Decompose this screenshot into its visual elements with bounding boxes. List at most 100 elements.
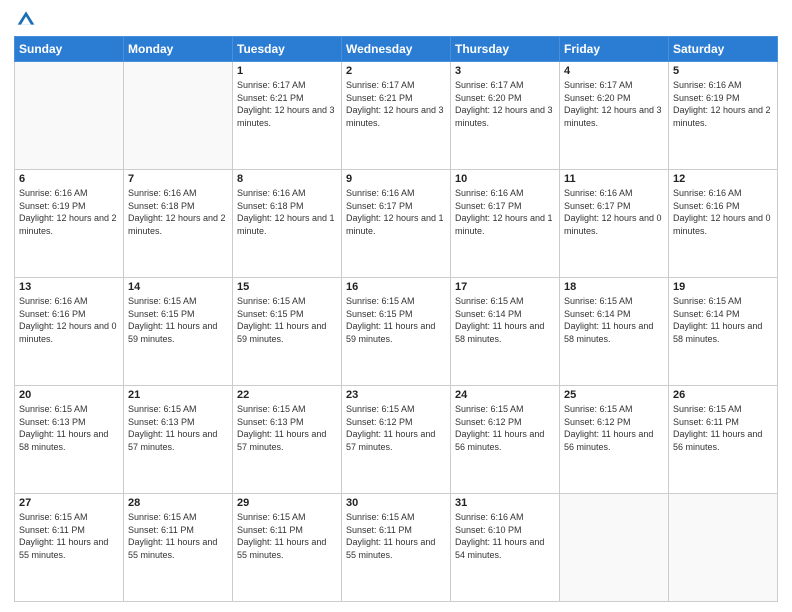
calendar-cell: 22 Sunrise: 6:15 AMSunset: 6:13 PMDayligh… [233, 386, 342, 494]
page: SundayMondayTuesdayWednesdayThursdayFrid… [0, 0, 792, 612]
day-info: Sunrise: 6:15 AMSunset: 6:12 PMDaylight:… [564, 403, 664, 453]
day-number: 23 [346, 389, 446, 401]
day-info: Sunrise: 6:17 AMSunset: 6:21 PMDaylight:… [346, 79, 446, 129]
day-number: 24 [455, 389, 555, 401]
day-info: Sunrise: 6:16 AMSunset: 6:17 PMDaylight:… [455, 187, 555, 237]
calendar-cell: 21 Sunrise: 6:15 AMSunset: 6:13 PMDayligh… [124, 386, 233, 494]
calendar-cell [560, 494, 669, 602]
calendar-cell: 5 Sunrise: 6:16 AMSunset: 6:19 PMDaylight… [669, 62, 778, 170]
day-number: 4 [564, 65, 664, 77]
day-number: 13 [19, 281, 119, 293]
day-number: 31 [455, 497, 555, 509]
day-info: Sunrise: 6:15 AMSunset: 6:14 PMDaylight:… [564, 295, 664, 345]
day-info: Sunrise: 6:15 AMSunset: 6:13 PMDaylight:… [128, 403, 228, 453]
calendar-cell: 4 Sunrise: 6:17 AMSunset: 6:20 PMDaylight… [560, 62, 669, 170]
day-number: 1 [237, 65, 337, 77]
day-info: Sunrise: 6:15 AMSunset: 6:13 PMDaylight:… [237, 403, 337, 453]
calendar-cell: 11Sunrise: 6:16 AMSunset: 6:17 PMDayligh… [560, 170, 669, 278]
calendar-cell: 1 Sunrise: 6:17 AMSunset: 6:21 PMDaylight… [233, 62, 342, 170]
day-number: 18 [564, 281, 664, 293]
day-number: 12 [673, 173, 773, 185]
calendar-cell: 15 Sunrise: 6:15 AMSunset: 6:15 PMDayligh… [233, 278, 342, 386]
day-number: 25 [564, 389, 664, 401]
calendar-cell [15, 62, 124, 170]
calendar-week-row: 13 Sunrise: 6:16 AMSunset: 6:16 PMDayligh… [15, 278, 778, 386]
calendar-day-header: Tuesday [233, 37, 342, 62]
calendar-day-header: Wednesday [342, 37, 451, 62]
calendar-cell: 28Sunrise: 6:15 AMSunset: 6:11 PMDayligh… [124, 494, 233, 602]
day-info: Sunrise: 6:16 AMSunset: 6:17 PMDaylight:… [346, 187, 446, 237]
calendar-cell: 25 Sunrise: 6:15 AMSunset: 6:12 PMDayligh… [560, 386, 669, 494]
calendar-cell: 17 Sunrise: 6:15 AMSunset: 6:14 PMDayligh… [451, 278, 560, 386]
day-number: 19 [673, 281, 773, 293]
calendar-header-row: SundayMondayTuesdayWednesdayThursdayFrid… [15, 37, 778, 62]
day-number: 20 [19, 389, 119, 401]
calendar-day-header: Saturday [669, 37, 778, 62]
day-number: 21 [128, 389, 228, 401]
day-info: Sunrise: 6:15 AMSunset: 6:11 PMDaylight:… [673, 403, 773, 453]
day-info: Sunrise: 6:15 AMSunset: 6:11 PMDaylight:… [346, 511, 446, 561]
calendar-cell [669, 494, 778, 602]
logo [14, 10, 36, 28]
calendar-cell: 7Sunrise: 6:16 AMSunset: 6:18 PMDaylight… [124, 170, 233, 278]
calendar-cell [124, 62, 233, 170]
day-number: 9 [346, 173, 446, 185]
header [14, 10, 778, 28]
calendar-cell: 14 Sunrise: 6:15 AMSunset: 6:15 PMDayligh… [124, 278, 233, 386]
day-number: 15 [237, 281, 337, 293]
calendar-week-row: 27 Sunrise: 6:15 AMSunset: 6:11 PMDayligh… [15, 494, 778, 602]
day-info: Sunrise: 6:16 AMSunset: 6:10 PMDaylight:… [455, 511, 555, 561]
calendar-cell: 6 Sunrise: 6:16 AMSunset: 6:19 PMDaylight… [15, 170, 124, 278]
calendar-cell: 3 Sunrise: 6:17 AMSunset: 6:20 PMDaylight… [451, 62, 560, 170]
calendar-day-header: Sunday [15, 37, 124, 62]
calendar-cell: 19 Sunrise: 6:15 AMSunset: 6:14 PMDayligh… [669, 278, 778, 386]
calendar-cell: 2Sunrise: 6:17 AMSunset: 6:21 PMDaylight… [342, 62, 451, 170]
calendar-cell: 18 Sunrise: 6:15 AMSunset: 6:14 PMDayligh… [560, 278, 669, 386]
calendar-cell: 29Sunrise: 6:15 AMSunset: 6:11 PMDayligh… [233, 494, 342, 602]
calendar-week-row: 20 Sunrise: 6:15 AMSunset: 6:13 PMDayligh… [15, 386, 778, 494]
day-info: Sunrise: 6:16 AMSunset: 6:16 PMDaylight:… [19, 295, 119, 345]
day-number: 3 [455, 65, 555, 77]
calendar-cell: 16Sunrise: 6:15 AMSunset: 6:15 PMDayligh… [342, 278, 451, 386]
calendar-cell: 12Sunrise: 6:16 AMSunset: 6:16 PMDayligh… [669, 170, 778, 278]
day-number: 26 [673, 389, 773, 401]
day-number: 22 [237, 389, 337, 401]
calendar-cell: 26 Sunrise: 6:15 AMSunset: 6:11 PMDayligh… [669, 386, 778, 494]
calendar-day-header: Friday [560, 37, 669, 62]
calendar-cell: 8Sunrise: 6:16 AMSunset: 6:18 PMDaylight… [233, 170, 342, 278]
day-info: Sunrise: 6:15 AMSunset: 6:15 PMDaylight:… [237, 295, 337, 345]
logo-icon [16, 8, 36, 28]
day-info: Sunrise: 6:15 AMSunset: 6:12 PMDaylight:… [455, 403, 555, 453]
calendar-cell: 13 Sunrise: 6:16 AMSunset: 6:16 PMDayligh… [15, 278, 124, 386]
calendar-cell: 10 Sunrise: 6:16 AMSunset: 6:17 PMDayligh… [451, 170, 560, 278]
day-info: Sunrise: 6:15 AMSunset: 6:14 PMDaylight:… [455, 295, 555, 345]
day-number: 30 [346, 497, 446, 509]
day-number: 27 [19, 497, 119, 509]
day-info: Sunrise: 6:15 AMSunset: 6:12 PMDaylight:… [346, 403, 446, 453]
day-number: 14 [128, 281, 228, 293]
day-info: Sunrise: 6:15 AMSunset: 6:15 PMDaylight:… [128, 295, 228, 345]
day-number: 10 [455, 173, 555, 185]
calendar-cell: 23 Sunrise: 6:15 AMSunset: 6:12 PMDayligh… [342, 386, 451, 494]
day-info: Sunrise: 6:15 AMSunset: 6:11 PMDaylight:… [19, 511, 119, 561]
day-info: Sunrise: 6:17 AMSunset: 6:21 PMDaylight:… [237, 79, 337, 129]
day-info: Sunrise: 6:15 AMSunset: 6:14 PMDaylight:… [673, 295, 773, 345]
day-info: Sunrise: 6:17 AMSunset: 6:20 PMDaylight:… [564, 79, 664, 129]
day-number: 29 [237, 497, 337, 509]
day-number: 5 [673, 65, 773, 77]
day-number: 28 [128, 497, 228, 509]
day-number: 7 [128, 173, 228, 185]
calendar-cell: 9 Sunrise: 6:16 AMSunset: 6:17 PMDaylight… [342, 170, 451, 278]
calendar-week-row: 6 Sunrise: 6:16 AMSunset: 6:19 PMDaylight… [15, 170, 778, 278]
day-info: Sunrise: 6:17 AMSunset: 6:20 PMDaylight:… [455, 79, 555, 129]
day-info: Sunrise: 6:16 AMSunset: 6:19 PMDaylight:… [19, 187, 119, 237]
calendar-cell: 20 Sunrise: 6:15 AMSunset: 6:13 PMDayligh… [15, 386, 124, 494]
calendar-cell: 27 Sunrise: 6:15 AMSunset: 6:11 PMDayligh… [15, 494, 124, 602]
day-info: Sunrise: 6:16 AMSunset: 6:19 PMDaylight:… [673, 79, 773, 129]
day-number: 11 [564, 173, 664, 185]
day-number: 6 [19, 173, 119, 185]
day-number: 17 [455, 281, 555, 293]
day-info: Sunrise: 6:16 AMSunset: 6:18 PMDaylight:… [237, 187, 337, 237]
day-number: 16 [346, 281, 446, 293]
day-info: Sunrise: 6:15 AMSunset: 6:13 PMDaylight:… [19, 403, 119, 453]
